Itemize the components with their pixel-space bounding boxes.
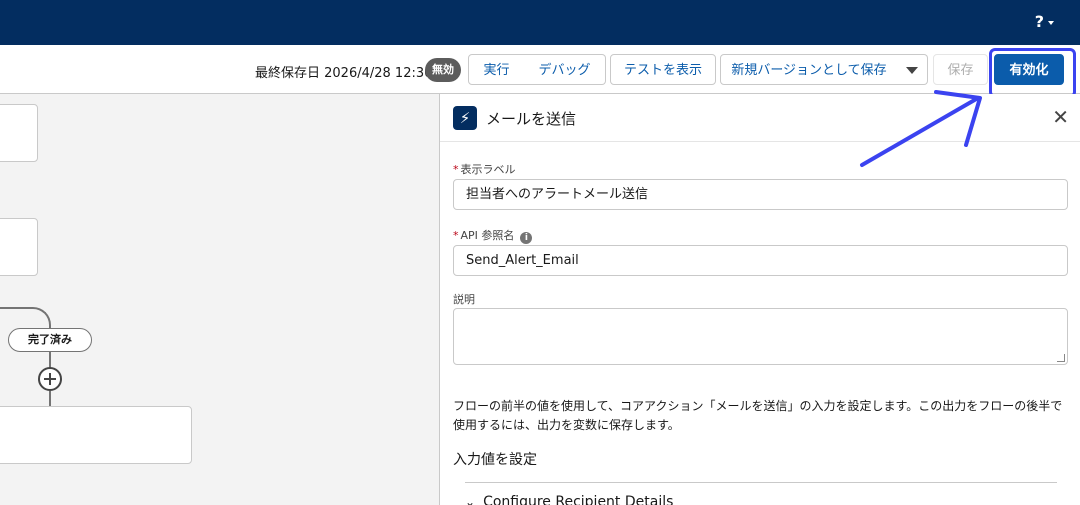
- panel-title: メールを送信: [486, 110, 577, 128]
- completed-path-label: 完了済み: [8, 328, 92, 352]
- chevron-down-icon: ⌄: [465, 495, 476, 505]
- caret-down-icon: [906, 66, 918, 74]
- flow-connector-line: [49, 352, 51, 368]
- section-divider: [465, 482, 1057, 483]
- api-name-input[interactable]: Send_Alert_Email: [453, 245, 1068, 276]
- help-icon: ?: [1034, 12, 1044, 31]
- label-input[interactable]: 担当者へのアラートメール送信: [453, 179, 1068, 210]
- lightning-icon: ⚡: [453, 106, 477, 130]
- info-icon[interactable]: i: [520, 232, 533, 244]
- required-indicator: *: [453, 163, 459, 176]
- flow-connector-line: [49, 391, 51, 407]
- help-menu-button[interactable]: ?: [1035, 12, 1054, 31]
- flow-element-node[interactable]: [0, 218, 38, 276]
- close-icon[interactable]: ✕: [1052, 105, 1069, 129]
- debug-button[interactable]: デバッグ: [524, 54, 606, 85]
- view-tests-button[interactable]: テストを表示: [610, 54, 716, 85]
- required-indicator: *: [453, 229, 459, 242]
- status-badge: 無効: [425, 58, 461, 82]
- run-button[interactable]: 実行: [468, 54, 525, 85]
- description-field-label: 説明: [453, 293, 475, 306]
- flow-canvas[interactable]: 完了済み: [0, 94, 439, 505]
- flow-element-node[interactable]: [0, 104, 38, 162]
- annotation-highlight-box: [989, 48, 1076, 98]
- flow-element-node[interactable]: [0, 406, 192, 464]
- resize-handle-icon[interactable]: [1057, 354, 1065, 362]
- last-saved-text: 最終保存日 2026/4/28 12:30: [255, 66, 433, 81]
- description-textarea[interactable]: [453, 308, 1068, 365]
- help-text: フローの前半の値を使用して、コアアクション「メールを送信」の入力を設定します。こ…: [453, 399, 1063, 432]
- chevron-down-icon: [1048, 20, 1054, 25]
- section-title: 入力値を設定: [453, 452, 537, 468]
- global-header: ?: [0, 0, 1080, 45]
- annotation-arrow-icon: [860, 90, 982, 167]
- label-field-label: * 表示ラベル: [453, 163, 516, 176]
- api-name-field-label: * API 参照名 i: [453, 227, 533, 244]
- add-element-icon[interactable]: [38, 367, 62, 391]
- recipient-details-accordion[interactable]: ⌄ Configure Recipient Details: [465, 494, 673, 505]
